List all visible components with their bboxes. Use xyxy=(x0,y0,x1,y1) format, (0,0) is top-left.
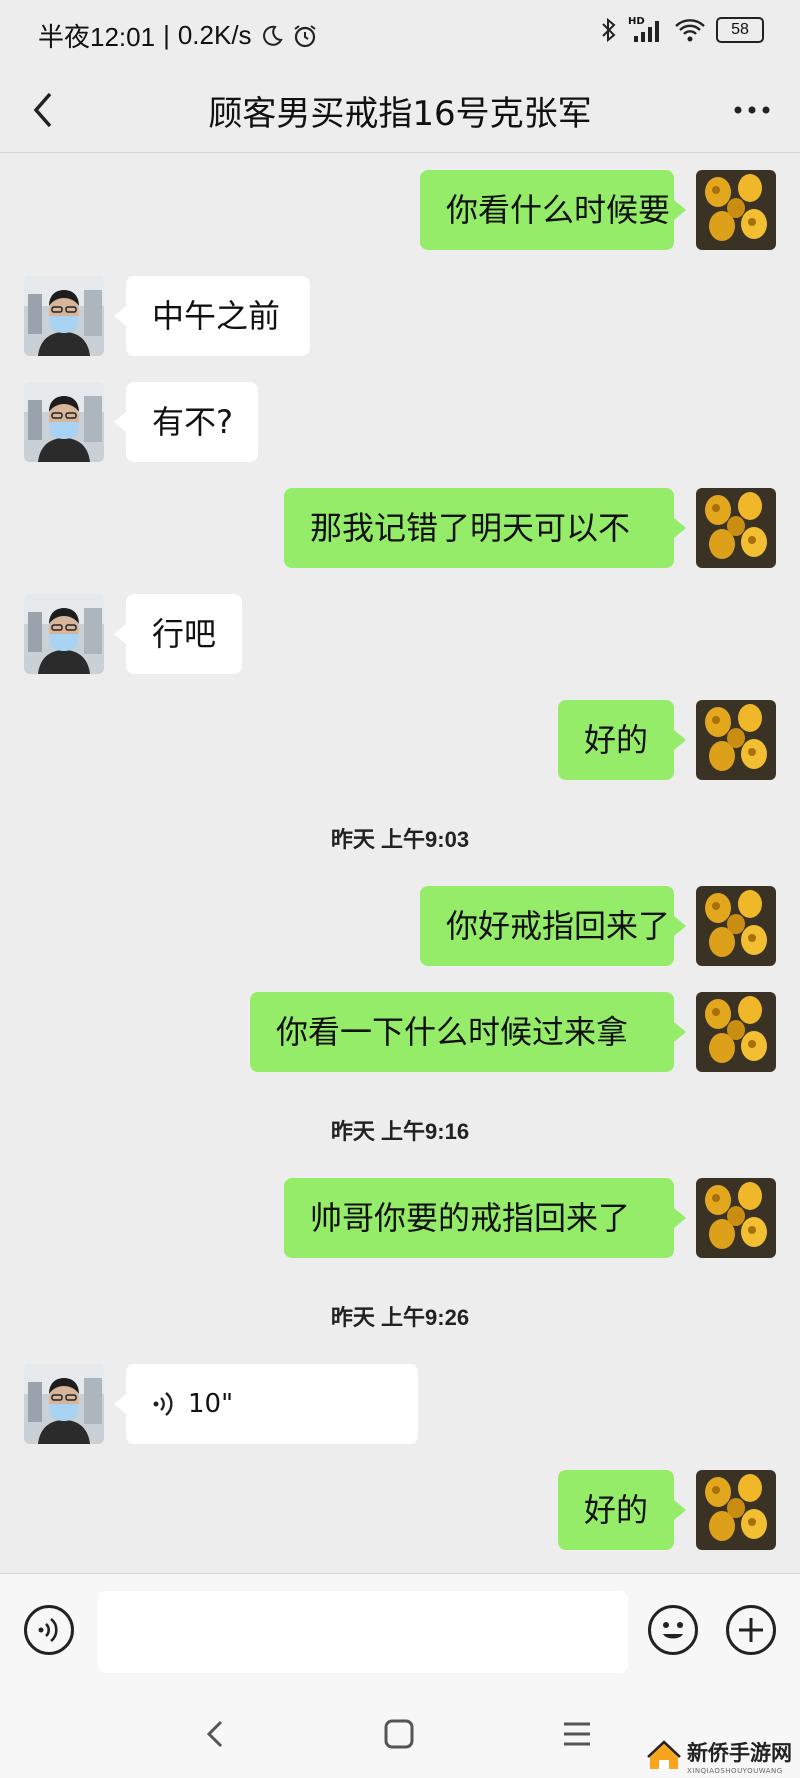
avatar[interactable] xyxy=(696,700,776,780)
more-options-icon[interactable] xyxy=(730,90,774,130)
avatar[interactable] xyxy=(696,886,776,966)
bluetooth-icon xyxy=(602,17,616,43)
emoji-icon[interactable] xyxy=(648,1605,698,1655)
message-bubble-outgoing[interactable]: 你看一下什么时候过来拿 xyxy=(250,992,686,1072)
message-bubble-outgoing[interactable]: 你看什么时候要 xyxy=(420,170,686,250)
voice-wave-icon xyxy=(153,1392,173,1416)
avatar[interactable] xyxy=(24,276,104,356)
message-bubble-outgoing[interactable]: 那我记错了明天可以不 xyxy=(284,488,686,568)
network-speed: 0.2K/s xyxy=(177,20,252,50)
voice-duration: 10" xyxy=(188,1389,234,1419)
wifi-icon xyxy=(675,19,705,42)
watermark-name: 新侨手游网 xyxy=(687,1740,792,1765)
voice-message-bubble[interactable]: 10" xyxy=(114,1364,418,1444)
timestamp: 昨天 上午9:03 xyxy=(330,827,470,852)
message-bubble-outgoing[interactable]: 你好戒指回来了 xyxy=(420,886,686,966)
nav-home-icon[interactable] xyxy=(382,1717,416,1751)
avatar[interactable] xyxy=(24,1364,104,1444)
voice-icon[interactable] xyxy=(24,1605,74,1655)
chat-title: 顾客男买戒指16号克张军 xyxy=(208,94,592,134)
avatar[interactable] xyxy=(696,1178,776,1258)
watermark: 新侨手游网 XINQIAOSHOUYOUWANG xyxy=(647,1737,792,1775)
avatar[interactable] xyxy=(24,594,104,674)
message-bubble-outgoing[interactable]: 好的 xyxy=(558,700,686,780)
avatar[interactable] xyxy=(696,1470,776,1550)
message-bubble-incoming[interactable]: 中午之前 xyxy=(114,276,310,356)
status-bar: 半夜12:01 | 0.2K/s HD 58 xyxy=(0,0,800,66)
battery-icon: 58 xyxy=(716,17,764,43)
moon-icon xyxy=(262,25,283,46)
alarm-icon xyxy=(293,24,316,47)
timestamp: 昨天 上午9:26 xyxy=(330,1305,470,1330)
message-bubble-outgoing[interactable]: 帅哥你要的戒指回来了 xyxy=(284,1178,686,1258)
timestamp: 昨天 上午9:16 xyxy=(330,1119,470,1144)
plus-icon[interactable] xyxy=(726,1605,776,1655)
signal-icon: HD xyxy=(628,16,664,44)
nav-menu-icon[interactable] xyxy=(560,1717,594,1751)
avatar[interactable] xyxy=(24,382,104,462)
watermark-sub: XINQIAOSHOUYOUWANG xyxy=(687,1767,783,1775)
status-time: 半夜12:01 xyxy=(38,22,156,52)
nav-back-icon[interactable] xyxy=(201,1714,231,1754)
message-bubble-incoming[interactable]: 行吧 xyxy=(114,594,242,674)
message-bubble-incoming[interactable]: 有不? xyxy=(114,382,258,462)
message-bubble-outgoing[interactable]: 好的 xyxy=(558,1470,686,1550)
avatar[interactable] xyxy=(696,488,776,568)
message-input[interactable] xyxy=(98,1591,628,1673)
avatar[interactable] xyxy=(696,992,776,1072)
input-bar xyxy=(0,1573,800,1690)
avatar[interactable] xyxy=(696,170,776,250)
house-logo-icon xyxy=(647,1740,681,1769)
chat-header: 顾客男买戒指16号克张军 xyxy=(0,66,800,153)
